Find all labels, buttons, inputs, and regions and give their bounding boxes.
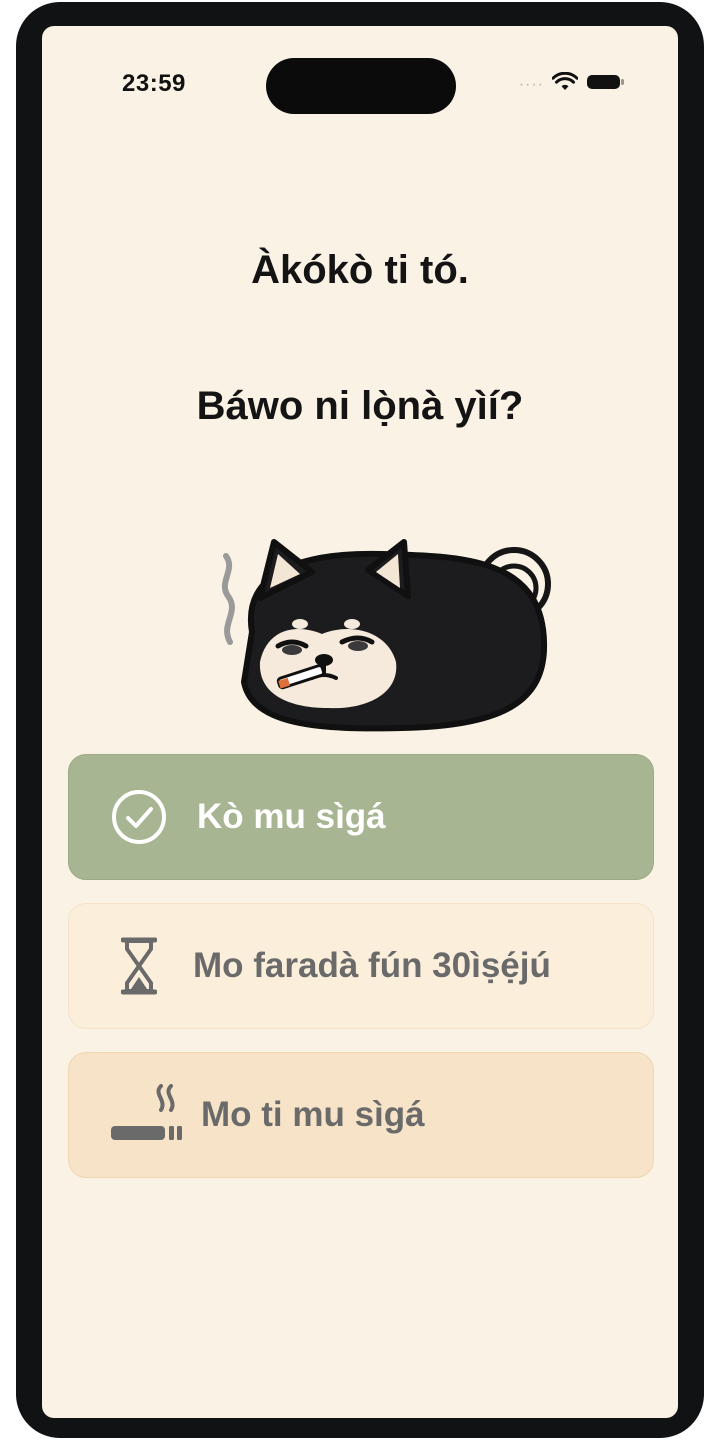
question-heading: Báwo ni lọ̀nà yìí?: [196, 384, 524, 428]
dynamic-island: [266, 58, 456, 114]
cigarette-smoke-icon: [109, 1084, 185, 1146]
wifi-icon: [551, 71, 579, 97]
cellular-dots-icon: ····: [518, 75, 544, 93]
status-time: 23:59: [122, 70, 186, 97]
option-waited-button[interactable]: Mo faradà fún 30ìṣẹ́jú: [68, 903, 654, 1029]
option-not-smoked-button[interactable]: Kò mu sìgá: [68, 754, 654, 880]
hourglass-icon: [121, 937, 157, 995]
app-screen: 23:59 ···· Àkókò ti tó. Báwo ni lọ̀nà yì…: [42, 26, 678, 1418]
check-circle-icon: [111, 789, 167, 845]
status-indicators: ····: [518, 71, 626, 97]
option-label: Kò mu sìgá: [197, 797, 386, 836]
phone-frame: 23:59 ···· Àkókò ti tó. Báwo ni lọ̀nà yì…: [16, 2, 704, 1438]
option-label: Mo faradà fún 30ìṣẹ́jú: [193, 946, 551, 985]
option-label: Mo ti mu sìgá: [201, 1095, 425, 1134]
page-title: Àkókò ti tó.: [251, 248, 469, 292]
smoking-shiba-dog-illustration: [182, 512, 562, 742]
battery-icon: [586, 72, 626, 97]
option-smoked-button[interactable]: Mo ti mu sìgá: [68, 1052, 654, 1178]
